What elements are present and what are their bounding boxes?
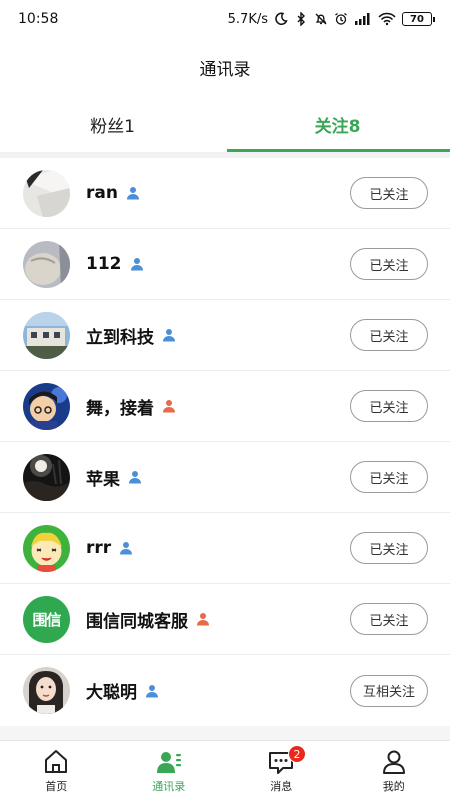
network-speed: 5.7K/s — [227, 11, 268, 27]
male-person-icon — [130, 257, 144, 271]
contact-name: 围信同城客服 — [86, 611, 188, 632]
contact-row[interactable]: 围信 围信同城客服 已关注 — [0, 584, 450, 655]
avatar[interactable] — [23, 311, 70, 359]
male-person-icon — [119, 541, 133, 555]
nav-profile[interactable]: 我的 — [338, 741, 450, 800]
name-group: 舞，接着 — [86, 394, 350, 419]
following-button[interactable]: 已关注 — [350, 603, 428, 635]
nav-label: 首页 — [45, 779, 68, 793]
profile-icon — [380, 748, 408, 776]
status-bar: 10:58 5.7K/s 70 — [0, 0, 450, 38]
name-group: 围信同城客服 — [86, 607, 350, 632]
contact-row[interactable]: 舞，接着 已关注 — [0, 371, 450, 442]
male-person-icon — [145, 684, 159, 698]
tab-following[interactable]: 关注8 — [225, 96, 450, 152]
avatar[interactable] — [23, 524, 70, 572]
female-person-icon — [162, 399, 176, 413]
avatar[interactable] — [23, 667, 70, 714]
contact-name: 112 — [86, 254, 122, 274]
contact-row[interactable]: ran 已关注 — [0, 158, 450, 229]
contact-list: ran 已关注 112 已关注 立到科技 已关注 舞，接着 已关注 苹果 已关注… — [0, 158, 450, 726]
contact-row[interactable]: rrr 已关注 — [0, 513, 450, 584]
bluetooth-icon — [294, 11, 308, 27]
following-button[interactable]: 已关注 — [350, 177, 428, 209]
male-person-icon — [126, 186, 140, 200]
following-button[interactable]: 已关注 — [350, 248, 428, 280]
battery-icon: 70 — [402, 12, 435, 26]
male-person-icon — [128, 470, 142, 484]
wifi-icon — [378, 12, 396, 26]
female-person-icon — [196, 612, 210, 626]
tab-bar: 粉丝1 关注8 — [0, 96, 450, 152]
mute-bell-icon — [314, 12, 328, 26]
contact-name: 舞，接着 — [86, 398, 154, 419]
name-group: 苹果 — [86, 465, 350, 490]
contact-row[interactable]: 112 已关注 — [0, 229, 450, 300]
nav-label: 通讯录 — [152, 779, 186, 793]
name-group: 立到科技 — [86, 323, 350, 348]
contact-name: 立到科技 — [86, 327, 154, 348]
page-title: 通讯录 — [199, 59, 251, 80]
following-button[interactable]: 已关注 — [350, 319, 428, 351]
status-time: 10:58 — [18, 11, 59, 27]
contact-row[interactable]: 立到科技 已关注 — [0, 300, 450, 371]
contact-name: ran — [86, 183, 118, 203]
tab-fans[interactable]: 粉丝1 — [0, 96, 225, 152]
home-icon — [42, 748, 70, 776]
nav-label: 我的 — [382, 779, 405, 793]
nav-contacts[interactable]: 通讯录 — [113, 741, 226, 800]
avatar[interactable] — [23, 382, 70, 430]
name-group: rrr — [86, 538, 350, 558]
contact-name: 苹果 — [86, 469, 120, 490]
following-button[interactable]: 已关注 — [350, 532, 428, 564]
alarm-icon — [334, 12, 348, 26]
contact-row[interactable]: 苹果 已关注 — [0, 442, 450, 513]
avatar[interactable] — [23, 240, 70, 288]
name-group: 大聪明 — [86, 678, 350, 703]
following-button[interactable]: 已关注 — [350, 390, 428, 422]
bottom-nav: 首页 通讯录 2 消息 我的 — [0, 740, 450, 800]
mutual-follow-button[interactable]: 互相关注 — [350, 674, 428, 707]
cellular-signal-icon — [354, 12, 372, 26]
name-group: 112 — [86, 254, 350, 274]
male-person-icon — [162, 328, 176, 342]
name-group: ran — [86, 183, 350, 203]
contact-name: rrr — [86, 538, 112, 558]
status-icons: 5.7K/s 70 — [227, 11, 435, 27]
avatar-logo-text: 围信 — [32, 610, 61, 629]
nav-home[interactable]: 首页 — [0, 741, 113, 800]
nav-messages[interactable]: 2 消息 — [225, 741, 338, 800]
unread-badge: 2 — [288, 745, 306, 763]
contact-row[interactable]: 大聪明 互相关注 — [0, 655, 450, 726]
contacts-icon — [155, 748, 183, 776]
avatar[interactable] — [23, 453, 70, 501]
avatar[interactable] — [23, 169, 70, 217]
following-button[interactable]: 已关注 — [350, 461, 428, 493]
title-bar: 通讯录 — [0, 38, 450, 96]
nav-label: 消息 — [270, 779, 293, 793]
avatar[interactable]: 围信 — [23, 595, 70, 643]
moon-icon — [274, 12, 288, 26]
contact-name: 大聪明 — [86, 683, 137, 703]
